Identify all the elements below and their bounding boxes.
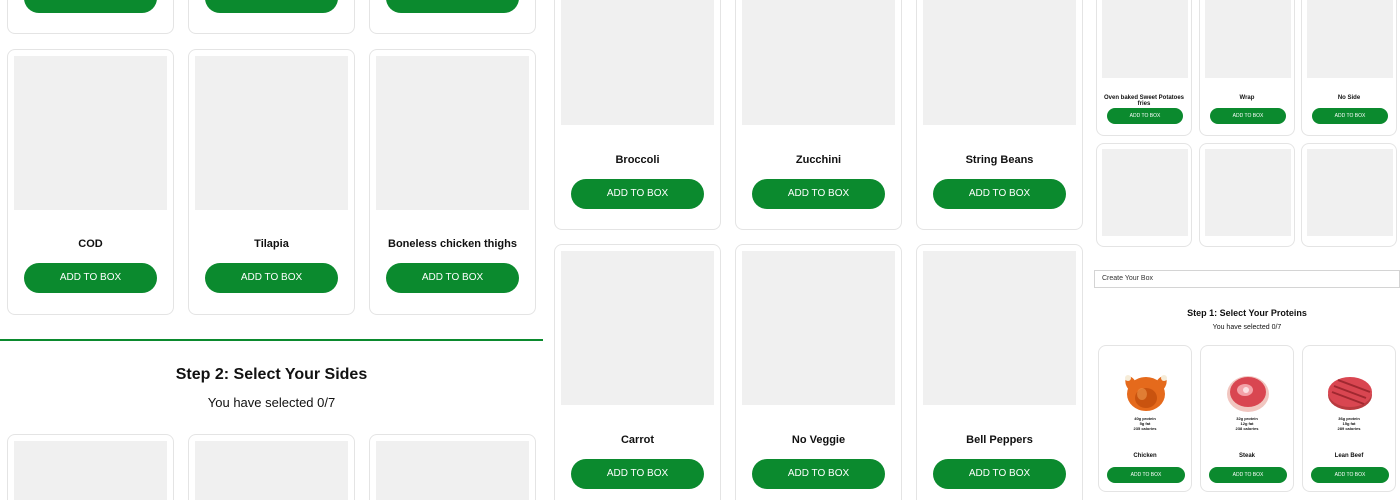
product-card bbox=[369, 434, 536, 500]
product-image bbox=[1205, 149, 1291, 236]
product-card: Wrap ADD TO BOX bbox=[1199, 0, 1295, 136]
chicken-icon bbox=[1125, 375, 1167, 411]
product-image bbox=[14, 441, 167, 500]
product-image bbox=[1102, 149, 1188, 236]
product-card: Broccoli ADD TO BOX bbox=[554, 0, 721, 230]
product-name: Bell Peppers bbox=[966, 434, 1033, 446]
product-card: Boneless chicken thighs ADD TO BOX bbox=[369, 49, 536, 315]
product-card: Tilapia ADD TO BOX bbox=[188, 49, 355, 315]
steak-icon bbox=[1227, 376, 1269, 412]
step-1-title: Step 1: Select Your Proteins bbox=[1187, 308, 1307, 318]
add-to-box-button[interactable]: ADD TO BOX bbox=[1107, 108, 1183, 124]
add-to-box-button[interactable]: ADD TO BOX bbox=[1210, 108, 1286, 124]
add-to-box-button[interactable]: ADD TO BOX bbox=[24, 263, 157, 293]
product-card bbox=[1199, 143, 1295, 247]
add-to-box-button[interactable]: ADD TO BOX bbox=[205, 263, 338, 293]
add-to-box-button[interactable]: ADD TO BOX bbox=[933, 179, 1066, 209]
section-divider bbox=[0, 339, 543, 341]
product-image bbox=[1102, 0, 1188, 78]
protein-card-chicken: 40g protein 5g fat 235 calories Chicken … bbox=[1098, 345, 1192, 492]
product-image bbox=[376, 56, 529, 210]
add-to-box-button[interactable]: ADD TO BOX bbox=[933, 459, 1066, 489]
product-card: ADD TO BOX bbox=[369, 0, 536, 34]
left-panel: ADD TO BOX ADD TO BOX ADD TO BOX COD ADD… bbox=[0, 0, 543, 500]
add-to-box-button[interactable]: ADD TO BOX bbox=[24, 0, 157, 13]
product-card bbox=[188, 434, 355, 500]
product-image bbox=[195, 441, 348, 500]
protein-card-steak: 32g protein 12g fat 238 calories Steak A… bbox=[1200, 345, 1294, 492]
create-box-input[interactable]: Create Your Box bbox=[1094, 270, 1400, 288]
product-card: Bell Peppers ADD TO BOX bbox=[916, 244, 1083, 500]
product-image bbox=[1205, 0, 1291, 78]
product-name: No Side bbox=[1337, 95, 1361, 101]
selected-count: You have selected 0/7 bbox=[1212, 324, 1282, 331]
add-to-box-button[interactable]: ADD TO BOX bbox=[752, 459, 885, 489]
selected-count: You have selected 0/7 bbox=[207, 395, 336, 410]
product-card bbox=[7, 434, 174, 500]
lean-beef-icon bbox=[1328, 377, 1372, 410]
middle-panel: Broccoli ADD TO BOX Zucchini ADD TO BOX … bbox=[548, 0, 1090, 500]
product-image bbox=[561, 0, 714, 125]
product-card: Carrot ADD TO BOX bbox=[554, 244, 721, 500]
product-image bbox=[561, 251, 714, 405]
product-image bbox=[923, 0, 1076, 125]
add-to-box-button[interactable]: ADD TO BOX bbox=[1312, 108, 1388, 124]
product-card: String Beans ADD TO BOX bbox=[916, 0, 1083, 230]
add-to-box-button[interactable]: ADD TO BOX bbox=[386, 0, 519, 13]
product-card: No Side ADD TO BOX bbox=[1301, 0, 1397, 136]
product-image bbox=[742, 0, 895, 125]
product-image bbox=[14, 56, 167, 210]
product-card: No Veggie ADD TO BOX bbox=[735, 244, 902, 500]
product-image bbox=[376, 441, 529, 500]
step-2-title: Step 2: Select Your Sides bbox=[175, 366, 368, 383]
product-image bbox=[195, 56, 348, 210]
add-to-box-button[interactable]: ADD TO BOX bbox=[1107, 467, 1185, 483]
add-to-box-button[interactable]: ADD TO BOX bbox=[571, 459, 704, 489]
product-image bbox=[1307, 149, 1393, 236]
product-name: Broccoli bbox=[615, 154, 660, 166]
product-card: COD ADD TO BOX bbox=[7, 49, 174, 315]
product-name: COD bbox=[78, 238, 103, 250]
protein-card-lean-beef: 36g protein 15g fat 289 calories Lean Be… bbox=[1302, 345, 1396, 492]
product-card: Zucchini ADD TO BOX bbox=[735, 0, 902, 230]
product-name: Chicken bbox=[1133, 453, 1157, 459]
product-name: Zucchini bbox=[795, 154, 842, 166]
add-to-box-button[interactable]: ADD TO BOX bbox=[752, 179, 885, 209]
product-image bbox=[923, 251, 1076, 405]
product-image bbox=[742, 251, 895, 405]
product-card: ADD TO BOX bbox=[188, 0, 355, 34]
product-card bbox=[1096, 143, 1192, 247]
product-image bbox=[1307, 0, 1393, 78]
product-name: Boneless chicken thighs bbox=[388, 238, 517, 250]
product-name: String Beans bbox=[965, 154, 1034, 166]
product-name: Steak bbox=[1238, 453, 1255, 459]
add-to-box-button[interactable]: ADD TO BOX bbox=[386, 263, 519, 293]
add-to-box-button[interactable]: ADD TO BOX bbox=[1311, 467, 1389, 483]
product-name: Lean Beef bbox=[1334, 453, 1364, 459]
product-card: Oven baked Sweet Potatoes fries ADD TO B… bbox=[1096, 0, 1192, 136]
nutrition-calories: 289 calories bbox=[1337, 426, 1361, 431]
add-to-box-button[interactable]: ADD TO BOX bbox=[205, 0, 338, 13]
product-name: Oven baked Sweet Potatoes fries bbox=[1103, 95, 1185, 107]
right-panel: Oven baked Sweet Potatoes fries ADD TO B… bbox=[1094, 0, 1400, 500]
nutrition-calories: 238 calories bbox=[1235, 426, 1259, 431]
product-name: Carrot bbox=[620, 434, 654, 446]
product-name: Wrap bbox=[1239, 95, 1255, 101]
product-name: Tilapia bbox=[254, 238, 289, 250]
nutrition-calories: 235 calories bbox=[1133, 426, 1157, 431]
product-name: No Veggie bbox=[791, 434, 846, 446]
product-card bbox=[1301, 143, 1397, 247]
add-to-box-button[interactable]: ADD TO BOX bbox=[1209, 467, 1287, 483]
add-to-box-button[interactable]: ADD TO BOX bbox=[571, 179, 704, 209]
product-card: ADD TO BOX bbox=[7, 0, 174, 34]
